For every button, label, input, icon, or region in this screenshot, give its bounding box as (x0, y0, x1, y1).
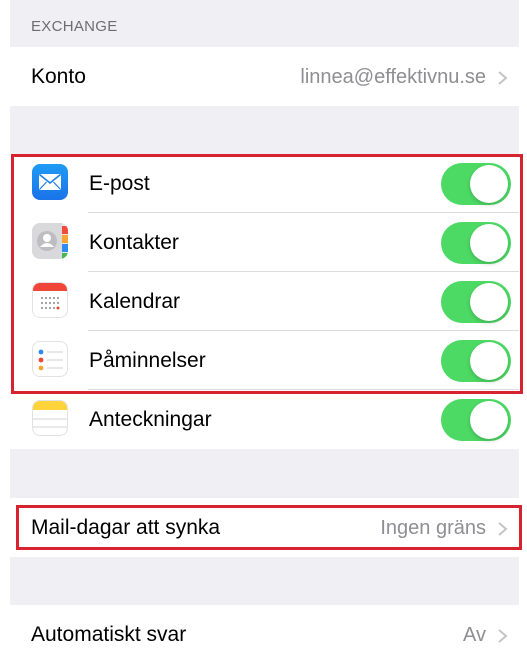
sync-row-calendars: Kalendrar (10, 272, 519, 331)
calendars-toggle[interactable] (441, 281, 511, 323)
sync-label-contacts: Kontakter (89, 231, 179, 254)
settings-panel: EXCHANGE Konto linnea@effektivnu.se E-po… (10, 0, 519, 661)
toggle-knob (470, 224, 508, 262)
toggle-knob (470, 283, 508, 321)
auto-reply-row[interactable]: Automatiskt svar Av (10, 605, 519, 661)
contacts-toggle[interactable] (441, 222, 511, 264)
mail-days-label: Mail-dagar att synka (31, 516, 221, 539)
account-label: Konto (31, 65, 86, 88)
sync-label-calendars: Kalendrar (89, 290, 181, 313)
account-value: linnea@effektivnu.se (300, 66, 486, 88)
reminders-icon (32, 341, 68, 377)
toggle-knob (470, 165, 508, 203)
contacts-icon (32, 223, 68, 259)
sync-row-notes: Anteckningar (10, 390, 519, 449)
notes-toggle[interactable] (441, 399, 511, 441)
mail-days-row[interactable]: Mail-dagar att synka Ingen gräns (10, 498, 519, 557)
sync-label-notes: Anteckningar (89, 408, 212, 431)
auto-reply-label: Automatiskt svar (31, 623, 187, 646)
notes-icon (32, 400, 68, 436)
calendar-icon (32, 282, 68, 318)
section-header-exchange: EXCHANGE (31, 18, 118, 35)
toggle-knob (470, 401, 508, 439)
mail-icon (32, 164, 68, 200)
chevron-right-icon (498, 71, 508, 85)
chevron-right-icon (498, 629, 508, 643)
sync-row-reminders: Påminnelser (10, 331, 519, 390)
mail-toggle[interactable] (441, 163, 511, 205)
sync-label-mail: E-post (89, 172, 150, 195)
sync-row-mail: E-post (10, 154, 519, 213)
mail-days-group: Mail-dagar att synka Ingen gräns (10, 498, 519, 557)
sync-row-contacts: Kontakter (10, 213, 519, 272)
sync-label-reminders: Påminnelser (89, 349, 206, 372)
toggle-knob (470, 342, 508, 380)
auto-reply-value: Av (463, 624, 486, 646)
mail-days-value: Ingen gräns (380, 517, 486, 539)
sync-items-group: E-post Kontakter Kalendrar Påminnelser A… (10, 154, 519, 449)
account-row[interactable]: Konto linnea@effektivnu.se (10, 47, 519, 106)
chevron-right-icon (498, 522, 508, 536)
auto-reply-group: Automatiskt svar Av (10, 605, 519, 661)
account-group: Konto linnea@effektivnu.se (10, 47, 519, 106)
reminders-toggle[interactable] (441, 340, 511, 382)
